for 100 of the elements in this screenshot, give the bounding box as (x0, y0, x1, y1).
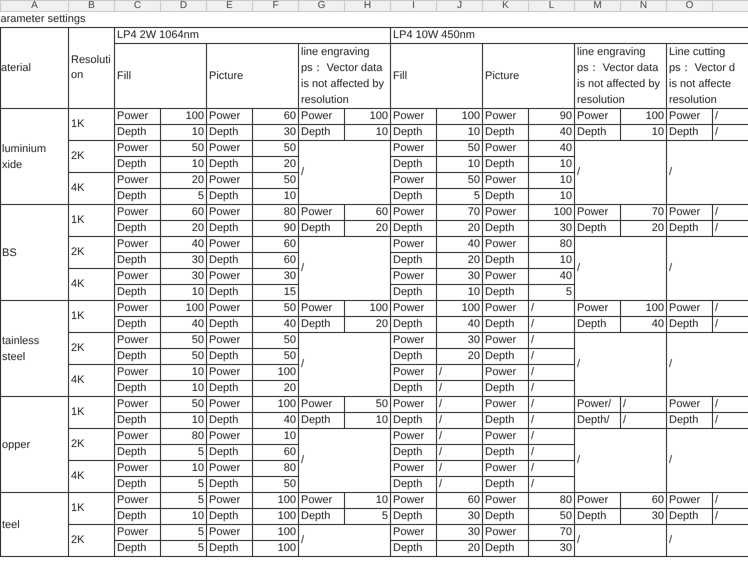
table-cell: Depth (485, 126, 514, 138)
table-cell: 10 (468, 286, 480, 298)
column-header[interactable]: N (640, 0, 648, 11)
table-cell: Power (301, 494, 332, 506)
table-cell: / (669, 358, 672, 370)
table-cell: 50 (468, 174, 480, 186)
table-cell: Power (393, 430, 424, 442)
table-cell: 20 (652, 222, 664, 234)
table-cell: / (669, 166, 672, 178)
table-cell: / (439, 478, 442, 490)
column-header[interactable]: G (318, 0, 326, 11)
table-cell: 90 (560, 110, 572, 122)
column-header[interactable]: O (686, 0, 694, 11)
table-cell: Power (485, 430, 516, 442)
table-cell: Depth (209, 254, 238, 266)
table-cell: 50 (284, 350, 296, 362)
table-cell: Power (393, 398, 424, 410)
table-cell: Power (393, 174, 424, 186)
column-header[interactable]: B (88, 0, 95, 11)
table-cell: Power (209, 174, 240, 186)
column-header[interactable]: D (180, 0, 188, 11)
material-name: luminium xide (1, 142, 48, 172)
table-cell: Depth (485, 446, 514, 458)
table-cell: Power (209, 398, 240, 410)
table-cell: Power (669, 206, 700, 218)
table-cell: Power (577, 206, 608, 218)
column-header[interactable]: F (272, 0, 279, 11)
table-cell: 60 (468, 494, 480, 506)
table-cell: Depth (117, 350, 146, 362)
table-cell: 30 (192, 254, 204, 266)
table-cell: Depth (301, 318, 330, 330)
table-cell: 80 (560, 494, 572, 506)
table-cell: Depth (393, 446, 422, 458)
table-cell: 10 (376, 126, 388, 138)
resolution-label: 2K (71, 438, 84, 450)
table-cell: 20 (376, 222, 388, 234)
table-cell: 10 (192, 414, 204, 426)
table-cell: Depth (301, 510, 330, 522)
table-cell: Power (209, 526, 240, 538)
column-header[interactable]: E (226, 0, 233, 11)
table-cell: / (531, 350, 534, 362)
table-cell: 20 (192, 174, 204, 186)
column-header[interactable]: L (548, 0, 554, 11)
column-title: Resolution (71, 54, 111, 81)
table-cell: 60 (284, 254, 296, 266)
table-cell: 60 (192, 206, 204, 218)
table-cell: 40 (652, 318, 664, 330)
table-cell: 10 (192, 126, 204, 138)
table-cell: / (531, 318, 534, 330)
table-cell: 30 (560, 222, 572, 234)
table-cell: Depth (577, 318, 606, 330)
column-header[interactable]: K (502, 0, 509, 11)
table-cell: 100 (278, 542, 296, 554)
table-cell: 60 (652, 494, 664, 506)
table-cell: 40 (284, 414, 296, 426)
column-header[interactable]: I (412, 0, 415, 11)
column-header[interactable]: A (31, 0, 38, 11)
table-cell: / (439, 430, 442, 442)
table-cell: Power (209, 270, 240, 282)
table-cell: Power (209, 430, 240, 442)
table-cell: Power (209, 142, 240, 154)
table-cell: Depth (485, 318, 514, 330)
column-header[interactable]: C (134, 0, 142, 11)
table-cell: 5 (198, 494, 204, 506)
table-cell: Power (669, 110, 700, 122)
table-cell: Depth (485, 286, 514, 298)
column-header[interactable]: H (364, 0, 372, 11)
table-cell: Depth (117, 414, 146, 426)
column-header[interactable]: J (457, 0, 462, 11)
table-cell: 5 (474, 190, 480, 202)
table-cell: Power (301, 110, 332, 122)
table-cell: Depth (669, 414, 698, 426)
table-cell: 10 (376, 494, 388, 506)
table-cell: 100 (278, 526, 296, 538)
table-cell: Depth (209, 286, 238, 298)
table-cell: Power (393, 366, 424, 378)
resolution-label: 2K (71, 246, 84, 258)
column-header[interactable]: M (593, 0, 602, 11)
table-cell: 5 (198, 478, 204, 490)
table-cell: Power (117, 462, 148, 474)
table-cell: / (531, 398, 534, 410)
table-cell: Power (117, 110, 148, 122)
table-cell: 50 (192, 334, 204, 346)
mode-title: Fill (393, 69, 408, 84)
table-cell: 40 (468, 238, 480, 250)
table-cell: Depth (117, 510, 146, 522)
table-cell: Power (485, 302, 516, 314)
table-cell: 50 (192, 142, 204, 154)
table-cell: 60 (284, 110, 296, 122)
table-cell: 40 (560, 126, 572, 138)
table-cell: Power (209, 494, 240, 506)
table-cell: / (669, 534, 672, 546)
table-cell: / (669, 454, 672, 466)
table-cell: Power (301, 302, 332, 314)
table-cell: 5 (198, 542, 204, 554)
table-cell: / (301, 262, 304, 274)
table-cell: 60 (284, 446, 296, 458)
table-cell: 10 (192, 510, 204, 522)
table-cell: / (531, 478, 534, 490)
table-cell: 5 (382, 510, 388, 522)
